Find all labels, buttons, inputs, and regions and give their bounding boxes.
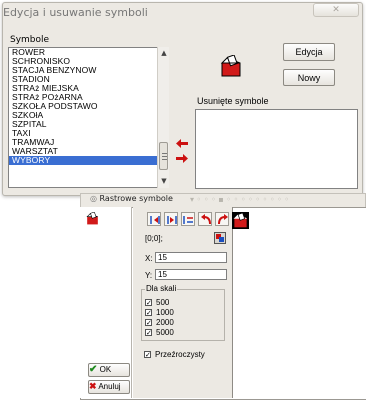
transparent-checkbox[interactable]: ✓: [144, 351, 151, 359]
ballot-box-icon: [233, 212, 247, 228]
ballot-box-icon: [86, 212, 98, 225]
align-icon: [167, 216, 177, 224]
scroll-thumb[interactable]: [159, 142, 168, 170]
scale-label: 500: [156, 298, 170, 307]
transparent-label: Przeźroczysty: [155, 350, 205, 359]
scale-label: 5000: [156, 328, 174, 337]
removed-symbols-label: Usunięte symbole: [197, 96, 269, 106]
scroll-up-icon[interactable]: ▲: [159, 48, 169, 58]
new-button[interactable]: Nowy: [283, 69, 335, 86]
arrow-right-icon: [176, 154, 188, 163]
ballot-box-icon: [220, 54, 241, 77]
scale-group-label: Dla skali: [145, 284, 178, 293]
symbols-list[interactable]: ROWER SCHRONISKO STACJA BENZYNOW STADION STR…: [8, 47, 169, 188]
tool-align-2-button[interactable]: [164, 212, 178, 226]
removed-symbols-list[interactable]: [195, 109, 358, 189]
faded-toolbar: ▾ ◦ ◦ ◦ ▪ ◦ ◦ ◦ ◦ ◦ ◦ ◦ ◦ ◦: [190, 195, 290, 204]
y-label: Y:: [145, 271, 153, 280]
tool-align-3-button[interactable]: [181, 212, 195, 226]
scale-checkbox[interactable]: ✓: [145, 299, 152, 307]
close-icon: ✕: [332, 5, 340, 15]
rotate-left-button[interactable]: [198, 212, 212, 226]
move-right-button[interactable]: [176, 154, 188, 165]
dialog-title: Edycja i usuwanie symboli: [3, 6, 148, 19]
align-icon: [183, 216, 193, 224]
cancel-button[interactable]: ✖ Anuluj: [88, 380, 130, 394]
close-button[interactable]: ✕: [313, 3, 359, 17]
coords-readout: [0;0];: [145, 234, 163, 243]
symbols-scrollbar[interactable]: ▲ ▼: [157, 47, 169, 188]
align-icon: [150, 216, 160, 224]
rotate-right-button[interactable]: [215, 212, 229, 226]
rotate-left-icon: [201, 214, 211, 225]
move-left-button[interactable]: [176, 139, 188, 150]
picture-icon: [214, 232, 226, 244]
y-input[interactable]: 15: [155, 269, 227, 280]
symbol-selected-button[interactable]: [232, 212, 249, 229]
tool-align-1-button[interactable]: [147, 212, 161, 226]
pick-image-button[interactable]: [214, 232, 226, 246]
cancel-x-icon: ✖: [89, 381, 97, 391]
scale-checkbox[interactable]: ✓: [145, 329, 152, 337]
scale-group: [141, 289, 225, 341]
scale-checkbox[interactable]: ✓: [145, 319, 152, 327]
symbol-list-item[interactable]: SZPITAL: [9, 120, 168, 129]
x-input[interactable]: 15: [155, 252, 227, 263]
x-label: X:: [145, 254, 153, 263]
scale-checkbox[interactable]: ✓: [145, 309, 152, 317]
rotate-right-icon: [218, 214, 228, 225]
symbol-preview: [220, 54, 242, 79]
ok-button[interactable]: ✔ OK: [88, 363, 130, 377]
scale-label: 2000: [156, 318, 174, 327]
symbols-label: Symbole: [10, 35, 50, 45]
ok-check-icon: ✔: [89, 364, 98, 375]
symbol-list-item[interactable]: WYBORY: [9, 156, 168, 165]
scale-label: 1000: [156, 308, 174, 317]
arrow-left-icon: [176, 139, 188, 148]
edit-button[interactable]: Edycja: [283, 43, 335, 61]
scroll-down-icon[interactable]: ▼: [159, 176, 169, 186]
